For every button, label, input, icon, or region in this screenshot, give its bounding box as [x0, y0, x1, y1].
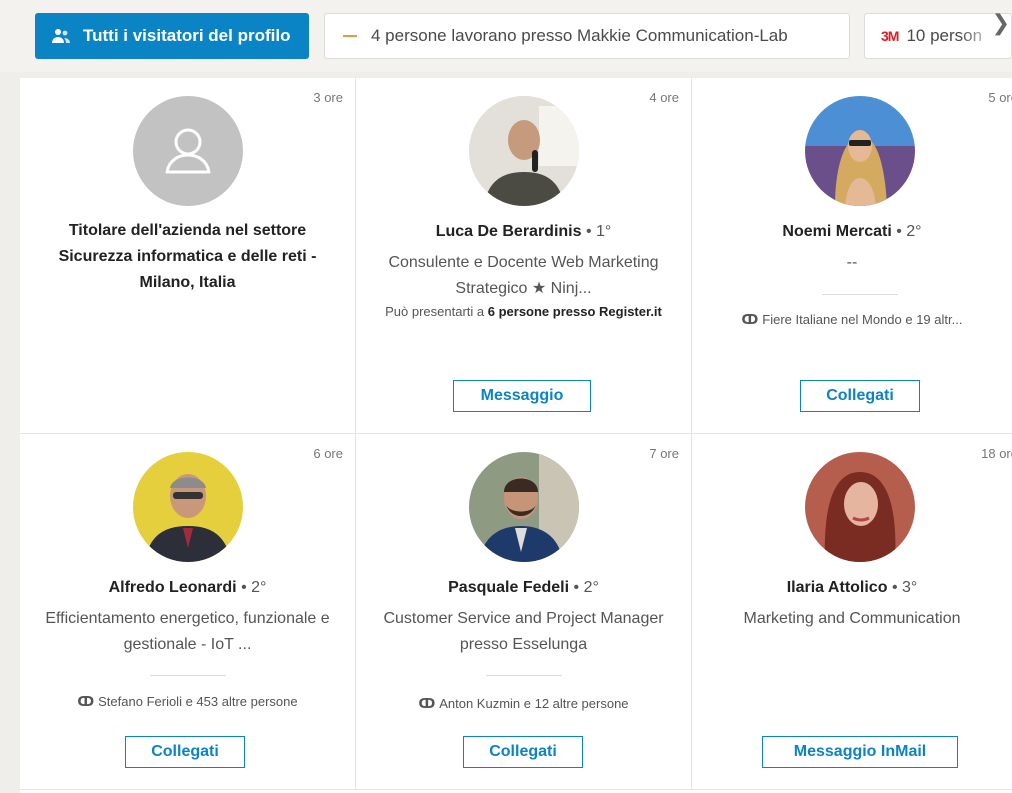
shared-connections-icon: ↀ	[77, 694, 95, 709]
visitor-card[interactable]: 7 ore Pasquale Fedeli • 2° Customer Serv…	[356, 434, 692, 790]
connect-button[interactable]: Collegati	[125, 736, 245, 768]
visitor-name[interactable]: Pasquale Fedeli	[448, 579, 569, 596]
avatar[interactable]	[468, 452, 579, 562]
visit-time: 7 ore	[649, 446, 679, 461]
anonymous-user-icon	[165, 128, 210, 174]
3m-logo-icon: 3M	[881, 28, 899, 44]
visitor-card[interactable]: 18 ore Ilaria Attolico • 3° Marketing an…	[692, 434, 1012, 790]
shared-connections[interactable]: ↀ Fiere Italiane nel Mondo e 19 altr...	[702, 312, 1002, 328]
visitor-headline: Customer Service and Project Manager pre…	[383, 610, 664, 653]
filter-all-visitors-label: Tutti i visitatori del profilo	[83, 26, 291, 45]
connect-button[interactable]: Collegati	[800, 380, 920, 412]
visitor-name[interactable]: Alfredo Leonardi	[109, 579, 237, 596]
people-icon	[52, 29, 70, 43]
company-logo-icon	[343, 35, 357, 37]
connection-degree: • 1°	[585, 223, 612, 240]
visit-time: 5 ore	[988, 90, 1012, 105]
connect-button[interactable]: Collegati	[463, 736, 583, 768]
visit-time: 3 ore	[313, 90, 343, 105]
divider	[485, 675, 562, 676]
visitor-name[interactable]: Noemi Mercati	[782, 223, 891, 240]
filter-all-visitors[interactable]: Tutti i visitatori del profilo	[35, 13, 309, 59]
inmail-button[interactable]: Messaggio InMail	[762, 736, 958, 768]
visitor-headline: Efficientamento energetico, funzionale e…	[45, 610, 330, 653]
avatar[interactable]	[805, 452, 915, 562]
avatar[interactable]	[805, 96, 915, 206]
shared-connections-icon: ↀ	[741, 312, 759, 327]
divider	[149, 675, 226, 676]
avatar[interactable]	[132, 452, 243, 562]
visitor-name[interactable]: Ilaria Attolico	[787, 579, 888, 596]
shared-connections-icon: ↀ	[418, 696, 436, 711]
filter-3m[interactable]: 3M 10 person	[864, 13, 1012, 59]
filter-company-label: 4 persone lavorano presso Makkie Communi…	[371, 26, 788, 45]
visitor-title: Titolare dell'azienda nel settore Sicure…	[58, 222, 317, 291]
visit-time: 4 ore	[649, 90, 679, 105]
connection-degree: • 3°	[891, 579, 918, 596]
divider	[822, 294, 898, 295]
shared-connections[interactable]: ↀ Anton Kuzmin e 12 altre persone	[366, 696, 681, 712]
visitor-card[interactable]: 4 ore Luca De Berardinis • 1° Consulente…	[356, 78, 692, 434]
intro-count[interactable]: 6 persone presso Register.it	[488, 304, 662, 319]
visit-time: 6 ore	[313, 446, 343, 461]
avatar	[132, 96, 243, 206]
visitor-filter-bar: Tutti i visitatori del profilo 4 persone…	[0, 0, 1012, 72]
shared-connections[interactable]: ↀ Stefano Ferioli e 453 altre persone	[30, 694, 345, 710]
visitor-name[interactable]: Luca De Berardinis	[436, 223, 582, 240]
intro-text: Può presentarti a 6 persone presso Regis…	[385, 304, 662, 319]
visitors-grid: 3 ore Titolare dell'azienda nel settore …	[20, 78, 1012, 793]
avatar[interactable]	[468, 96, 579, 206]
visitor-headline: --	[846, 254, 858, 271]
visitor-headline: Marketing and Communication	[743, 610, 961, 627]
visitor-headline: Consulente e Docente Web Marketing Strat…	[388, 254, 659, 297]
visit-time: 18 ore	[981, 446, 1012, 461]
connection-degree: • 2°	[896, 223, 922, 240]
visitor-card[interactable]: 5 ore Noemi Mercati • 2° -- ↀFiere Itali…	[692, 78, 1012, 434]
chevron-right-icon[interactable]: ❯	[992, 10, 1010, 36]
connection-degree: • 2°	[241, 579, 267, 596]
visitor-card[interactable]: 6 ore Alfredo Leonardi • 2° Efficientame…	[20, 434, 356, 790]
message-button[interactable]: Messaggio	[453, 380, 591, 412]
connection-degree: • 2°	[573, 579, 599, 596]
visitor-card[interactable]: 3 ore Titolare dell'azienda nel settore …	[20, 78, 356, 434]
filter-company[interactable]: 4 persone lavorano presso Makkie Communi…	[324, 13, 850, 59]
